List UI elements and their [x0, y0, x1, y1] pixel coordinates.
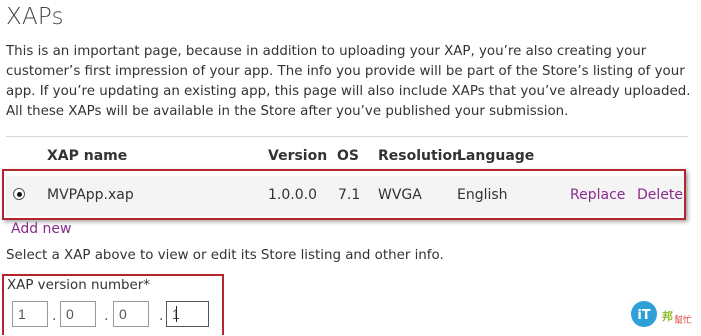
xap-resolution-cell: WVGA	[378, 187, 422, 203]
column-header-os: OS	[337, 148, 359, 164]
version-revision-input[interactable]	[166, 301, 209, 327]
select-hint-text: Select a XAP above to view or edit its S…	[6, 248, 444, 263]
replace-link[interactable]: Replace	[570, 187, 625, 203]
column-header-resolution: Resolution	[378, 148, 463, 164]
svg-text:邦: 邦	[662, 309, 673, 323]
version-build-input[interactable]	[113, 301, 149, 327]
column-header-xap-name: XAP name	[47, 148, 128, 164]
svg-text:幫忙: 幫忙	[674, 314, 692, 326]
text-caret	[176, 306, 177, 322]
table-top-divider	[6, 136, 688, 137]
ithome-logo-icon: iT 邦 幫忙	[631, 301, 692, 327]
version-separator: .	[104, 308, 109, 324]
version-major-input[interactable]	[12, 301, 48, 327]
version-number-label: XAP version number*	[7, 278, 150, 293]
version-separator: .	[159, 308, 164, 324]
xap-select-radio[interactable]	[13, 188, 25, 200]
xap-name-cell: MVPApp.xap	[47, 187, 134, 203]
xap-language-cell: English	[457, 187, 508, 203]
add-new-link[interactable]: Add new	[11, 221, 72, 237]
version-minor-input[interactable]	[60, 301, 96, 327]
version-separator: .	[52, 308, 57, 324]
ithome-watermark-logo: iT 邦 幫忙	[630, 296, 700, 332]
column-header-language: Language	[457, 148, 535, 164]
column-header-version: Version	[268, 148, 328, 164]
page-title: XAPs	[6, 4, 64, 30]
xap-version-cell: 1.0.0.0	[268, 187, 317, 203]
svg-text:iT: iT	[637, 308, 650, 323]
delete-link[interactable]: Delete	[637, 187, 683, 203]
intro-paragraph: This is an important page, because in ad…	[6, 44, 691, 119]
xap-os-cell: 7.1	[338, 187, 361, 203]
